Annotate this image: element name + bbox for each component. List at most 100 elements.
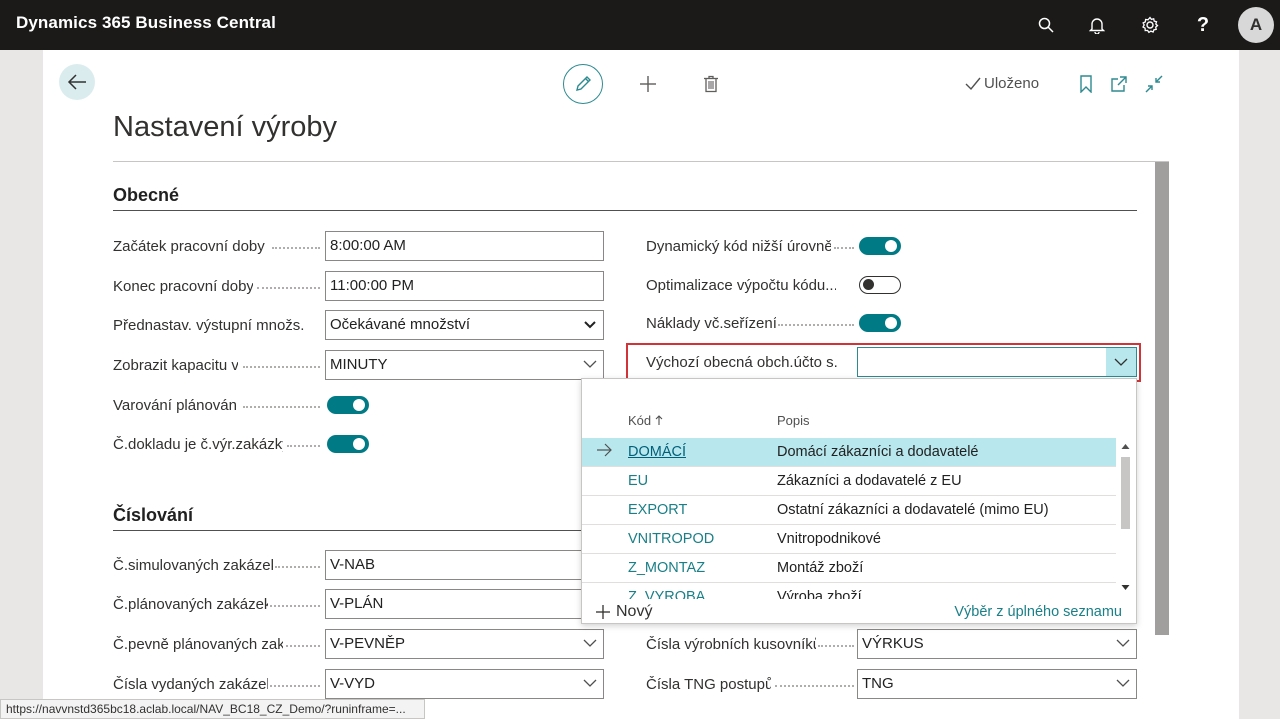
column-header-code-label: Kód [628, 413, 652, 428]
show-capacity-value: MINUTY [330, 356, 388, 373]
lookup-button[interactable] [1106, 348, 1136, 376]
select-from-full-list-link[interactable]: Výběr z úplného seznamu [954, 604, 1122, 620]
section-heading-numbering[interactable]: Číslování [113, 505, 193, 526]
new-record-label: Nový [616, 603, 653, 620]
delete-button[interactable] [699, 72, 723, 96]
preset-output-label: Přednastav. výstupní množs... [113, 317, 305, 334]
saved-label: Uloženo [984, 75, 1040, 92]
routing-label: Čísla TNG postupů [646, 676, 771, 693]
released-label: Čísla vydaných zakázek [113, 676, 268, 693]
routing-value: TNG [862, 675, 894, 692]
simulated-label: Č.simulovaných zakázek [113, 557, 273, 574]
show-capacity-select[interactable]: MINUTY [325, 350, 604, 380]
planning-warning-toggle[interactable] [327, 396, 369, 414]
title-divider [113, 161, 1169, 162]
lookup-row-code[interactable]: VNITROPOD [628, 531, 714, 547]
section-heading-general[interactable]: Obecné [113, 185, 179, 206]
edit-button[interactable] [563, 64, 603, 104]
planned-input[interactable]: V-PLÁN [325, 589, 604, 619]
doc-no-is-prod-order-label: Č.dokladu je č.výr.zakázky [113, 436, 283, 453]
open-new-window-button[interactable] [1107, 72, 1131, 96]
plus-icon [596, 605, 610, 619]
chevron-down-icon [584, 321, 596, 329]
lookup-row-code[interactable]: DOMÁCÍ [628, 444, 686, 460]
released-value: V-VYD [330, 675, 376, 692]
lookup-dropdown: Kód Popis DOMÁCÍ Domácí zákazníci a doda… [581, 378, 1137, 624]
bookmark-icon [1080, 75, 1092, 93]
bom-label: Čísla výrobních kusovníků [646, 636, 816, 653]
column-header-desc[interactable]: Popis [777, 413, 810, 428]
page-scrollbar[interactable] [1155, 162, 1169, 635]
chevron-down-icon [1116, 679, 1130, 687]
work-start-input[interactable]: 8:00:00 AM [325, 231, 604, 261]
plus-icon [640, 76, 656, 92]
lookup-row-code[interactable]: Z_VYROBA [628, 589, 705, 599]
preset-output-value: Očekávané množství [330, 316, 471, 333]
lookup-scroll-thumb[interactable] [1121, 457, 1130, 529]
simulated-input[interactable]: V-NAB [325, 550, 604, 580]
routing-select[interactable]: TNG [857, 669, 1137, 699]
app-title[interactable]: Dynamics 365 Business Central [16, 13, 276, 33]
work-end-label: Konec pracovní doby [113, 278, 253, 295]
chevron-down-icon [583, 679, 597, 687]
sort-ascending-icon [655, 415, 663, 425]
lookup-row-desc: Zákazníci a dodavatelé z EU [777, 473, 962, 489]
firm-planned-label: Č.pevně plánovaných zak. [113, 636, 283, 653]
bom-select[interactable]: VÝRKUS [857, 629, 1137, 659]
scroll-up-icon[interactable] [1121, 443, 1130, 450]
top-bar: Dynamics 365 Business Central ? A [0, 0, 1280, 50]
lookup-row-desc: Montáž zboží [777, 560, 864, 576]
lookup-row-desc: Vnitropodnikové [777, 531, 881, 547]
lookup-row-code[interactable]: EXPORT [628, 502, 687, 518]
lookup-row[interactable]: EXPORT Ostatní zákazníci a dodavatelé (m… [582, 496, 1116, 525]
help-icon[interactable]: ? [1191, 13, 1215, 37]
lookup-row-desc: Ostatní zákazníci a dodavatelé (mimo EU) [777, 502, 1049, 518]
optimize-calc-toggle[interactable] [859, 276, 901, 294]
dynamic-low-level-toggle[interactable] [859, 237, 901, 255]
work-end-input[interactable]: 11:00:00 PM [325, 271, 604, 301]
arrow-right-icon [597, 443, 612, 457]
optimize-calc-label: Optimalizace výpočtu kódu... [646, 277, 836, 294]
default-gen-bus-input[interactable] [857, 347, 1137, 377]
gear-icon[interactable] [1138, 13, 1162, 37]
lookup-row-code[interactable]: EU [628, 473, 648, 489]
new-record-button[interactable]: Nový [596, 603, 652, 621]
lookup-row[interactable]: Z_VYROBA Výroba zboží [582, 583, 1116, 599]
planned-label: Č.plánovaných zakázek [113, 596, 268, 613]
preset-output-select[interactable]: Očekávané množství [325, 310, 604, 340]
saved-status: Uloženo [965, 75, 1039, 92]
open-new-window-icon [1111, 76, 1127, 92]
scroll-down-icon[interactable] [1121, 584, 1130, 591]
chevron-down-icon [583, 639, 597, 647]
lookup-row[interactable]: VNITROPOD Vnitropodnikové [582, 525, 1116, 554]
show-capacity-label: Zobrazit kapacitu v [113, 357, 238, 374]
released-select[interactable]: V-VYD [325, 669, 604, 699]
chevron-down-icon [1116, 639, 1130, 647]
bell-icon[interactable] [1085, 13, 1109, 37]
lookup-row-code[interactable]: Z_MONTAZ [628, 560, 705, 576]
doc-no-is-prod-order-toggle[interactable] [327, 435, 369, 453]
lookup-row[interactable]: EU Zákazníci a dodavatelé z EU [582, 467, 1116, 496]
setup-cost-toggle[interactable] [859, 314, 901, 332]
default-gen-bus-label: Výchozí obecná obch.účto s... [646, 354, 838, 371]
lookup-row[interactable]: DOMÁCÍ Domácí zákazníci a dodavatelé [582, 438, 1116, 467]
new-button[interactable] [636, 72, 660, 96]
collapse-icon [1145, 75, 1163, 93]
lookup-row[interactable]: Z_MONTAZ Montáž zboží [582, 554, 1116, 583]
lookup-scrollbar[interactable] [1118, 441, 1132, 595]
setup-cost-label: Náklady vč.seřízení [646, 315, 776, 332]
section-divider-numbering [113, 530, 583, 531]
chevron-down-icon [1114, 358, 1128, 366]
page-title: Nastavení výroby [113, 111, 338, 143]
column-header-code[interactable]: Kód [628, 413, 663, 428]
chevron-down-icon [583, 360, 597, 368]
bom-value: VÝRKUS [862, 635, 924, 652]
avatar[interactable]: A [1238, 7, 1274, 43]
lookup-row-desc: Domácí zákazníci a dodavatelé [777, 444, 979, 460]
planning-warning-label: Varování plánování [113, 397, 238, 414]
back-button[interactable] [59, 64, 95, 100]
bookmark-button[interactable] [1074, 72, 1098, 96]
collapse-button[interactable] [1142, 72, 1166, 96]
search-icon[interactable] [1034, 13, 1058, 37]
firm-planned-select[interactable]: V-PEVNĚP [325, 629, 604, 659]
